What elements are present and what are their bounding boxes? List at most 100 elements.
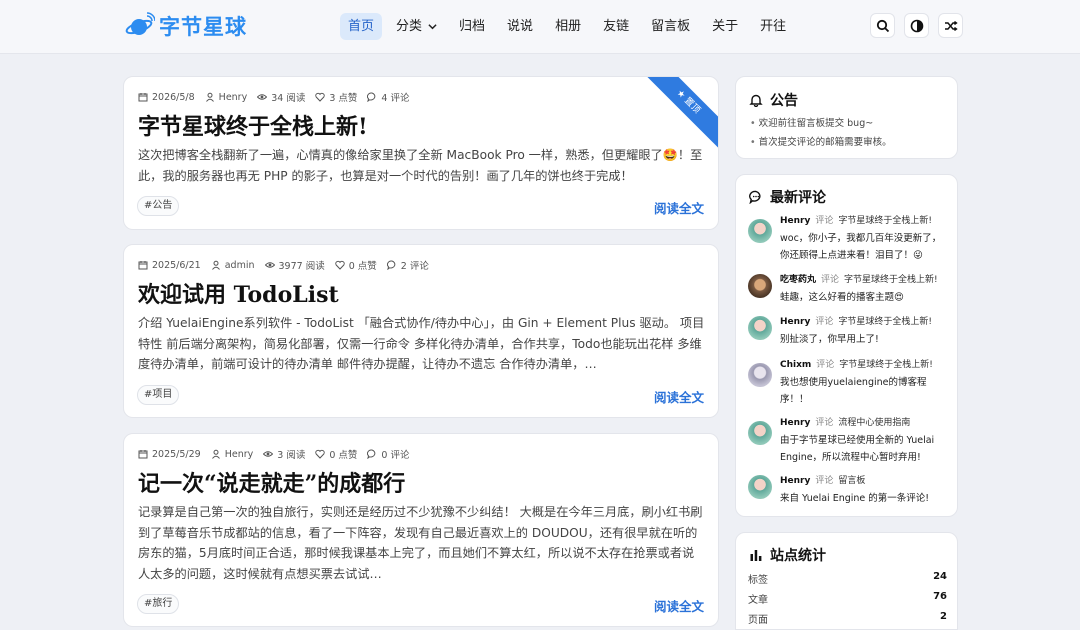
site-stats-widget: 站点统计 标签 24 文章 76 页面 2 [735,532,958,630]
comment-head: 吃枣药丸 评论 字节星球终于全栈上新! [780,272,938,285]
post-card[interactable]: 2025/5/29 Henry 3 阅读 0 点赞 0 评论 记一次“说走就走”… [123,433,719,627]
search-button[interactable] [870,13,895,38]
date-text: 2025/6/21 [152,259,201,271]
recent-comments-title-text: 最新评论 [770,190,826,206]
post-card[interactable]: 2025/6/21 admin 3977 阅读 0 点赞 2 评论 欢迎试用 T… [123,244,719,418]
comment-item[interactable]: Henry 评论 字节星球终于全栈上新! woc，你小子，我都几百年没更新了，你还顾… [748,213,948,265]
nav-label: 关于 [712,19,739,34]
date-text: 2025/5/29 [152,448,201,460]
comment-verb: 评论 [815,216,834,226]
read-more-link[interactable]: 阅读全文 [654,387,704,406]
post-excerpt: 记录算是自己第一次的独自旅行，实则还是经历过不少犹豫不少纠结！ 大概是在今年三月… [138,505,703,581]
nav-album[interactable]: 相册 [547,13,589,40]
search-icon [876,19,889,32]
read-more-link[interactable]: 阅读全文 [654,596,704,615]
comment-user: Chixm [780,360,812,370]
read-more-link[interactable]: 阅读全文 [654,198,704,217]
comment-target[interactable]: 流程中心使用指南 [838,418,910,428]
comment-item[interactable]: Henry 评论 字节星球终于全栈上新! 别扯淡了，你早用上了! [748,314,948,350]
avatar [748,421,772,445]
comment-target[interactable]: 字节星球终于全栈上新! [838,317,932,327]
comment-target[interactable]: 字节星球终于全栈上新! [838,216,932,226]
stat-value: 76 [933,591,947,602]
nav-guestbook[interactable]: 留言板 [643,13,698,40]
chevron-down-icon [428,24,437,30]
nav-friends[interactable]: 友链 [595,13,637,40]
notice-item: 欢迎前往留言板提交 bug~ [750,114,892,133]
notice-item: 首次提交评论的邮箱需要审核。 [750,133,892,152]
notice-title-text: 公告 [770,93,798,109]
heart-icon [315,92,326,102]
post-excerpt: 这次把博客全栈翻新了一遍，心情真的像给家里换了全新 MacBook Pro 一样… [138,148,703,183]
post-likes: 0 点赞 [334,258,377,272]
post-title[interactable]: 字节星球终于全栈上新! [138,109,368,141]
comment-target[interactable]: 留言板 [838,476,865,486]
comment-verb: 评论 [816,360,835,370]
post-title[interactable]: 记一次“说走就走”的成都行 [138,466,405,498]
post-views: 3 阅读 [263,447,305,461]
bar-chart-icon [750,550,762,561]
comment-target[interactable]: 字节星球终于全栈上新! [844,275,938,285]
user-icon [211,260,220,270]
comment-target[interactable]: 字节星球终于全栈上新! [839,360,933,370]
post-date: 2026/5/8 [138,92,195,103]
random-post-button[interactable] [938,13,963,38]
comment-item[interactable]: Henry 评论 流程中心使用指南 由于字节星球已经使用全新的 Yuelai Eng… [748,415,948,467]
post-comments: 0 评论 [367,447,410,461]
views-text: 3 阅读 [277,450,306,461]
views-text: 3977 阅读 [278,261,325,272]
avatar [748,475,772,499]
post-card[interactable]: ★ 置顶 2026/5/8 Henry 34 阅读 3 点赞 4 评论 字节星球… [123,76,719,230]
notice-title: 公告 [749,90,798,110]
nav-about[interactable]: 关于 [704,13,746,40]
stat-label: 标签 [748,575,768,586]
theme-toggle-button[interactable] [904,13,929,38]
likes-text: 0 点赞 [348,261,377,272]
likes-text: 3 点赞 [329,93,358,104]
nav-moments[interactable]: 说说 [499,13,541,40]
comment-user: Henry [780,216,811,226]
post-tag[interactable]: #旅行 [137,594,180,614]
main-nav: 首页 分类 归档 说说 相册 友链 留言板 关于 开往 [340,13,800,40]
post-author: Henry [211,449,253,460]
nav-category[interactable]: 分类 [388,13,445,40]
post-tag[interactable]: #公告 [137,196,180,216]
comment-icon [367,449,376,459]
stat-value: 2 [940,611,947,622]
comment-verb: 评论 [815,418,834,428]
post-meta: 2025/6/21 admin 3977 阅读 0 点赞 2 评论 [138,258,439,272]
calendar-icon [138,450,148,459]
comment-item[interactable]: 吃枣药丸 评论 字节星球终于全栈上新! 蛙趣，这么好看的播客主题😍 [748,272,948,308]
post-title[interactable]: 欢迎试用 TodoList [138,277,339,309]
shuffle-icon [944,20,958,31]
site-logo[interactable]: 字节星球 [125,10,247,42]
comment-head: Henry 评论 字节星球终于全栈上新! [780,213,932,226]
stats-title: 站点统计 [749,545,826,565]
recent-comments-title: 最新评论 [749,187,826,207]
date-text: 2026/5/8 [152,91,195,103]
post-likes: 3 点赞 [315,90,357,104]
heart-icon [315,449,326,459]
nav-archive[interactable]: 归档 [451,13,493,40]
likes-text: 0 点赞 [329,450,358,461]
nav-home[interactable]: 首页 [340,13,383,40]
post-tag[interactable]: #项目 [137,385,180,405]
comment-text: 蛙趣，这么好看的播客主题😍 [780,292,904,303]
avatar [748,219,772,243]
comment-user: 吃枣药丸 [780,275,817,285]
comment-item[interactable]: Henry 评论 留言板 来自 Yuelai Engine 的第一条评论! [748,473,948,509]
comment-icon [749,190,761,204]
post-date: 2025/5/29 [138,449,201,460]
comment-item[interactable]: Chixm 评论 字节星球终于全栈上新! 我也想使用yuelaiengine的博客程… [748,357,948,409]
logo-text: 字节星球 [159,15,247,39]
bell-icon [749,94,763,107]
avatar [748,363,772,387]
avatar [748,274,772,298]
nav-travelling[interactable]: 开往 [752,13,794,40]
comment-text: 别扯淡了，你早用上了! [780,334,879,345]
stat-row-posts: 文章 76 [748,591,947,606]
avatar [748,316,772,340]
post-meta: 2025/5/29 Henry 3 阅读 0 点赞 0 评论 [138,447,420,461]
nav-label: 开往 [760,19,787,34]
post-excerpt: 介绍 YuelaiEngine系列软件 - TodoList 「融合式协作/待办… [138,316,705,371]
